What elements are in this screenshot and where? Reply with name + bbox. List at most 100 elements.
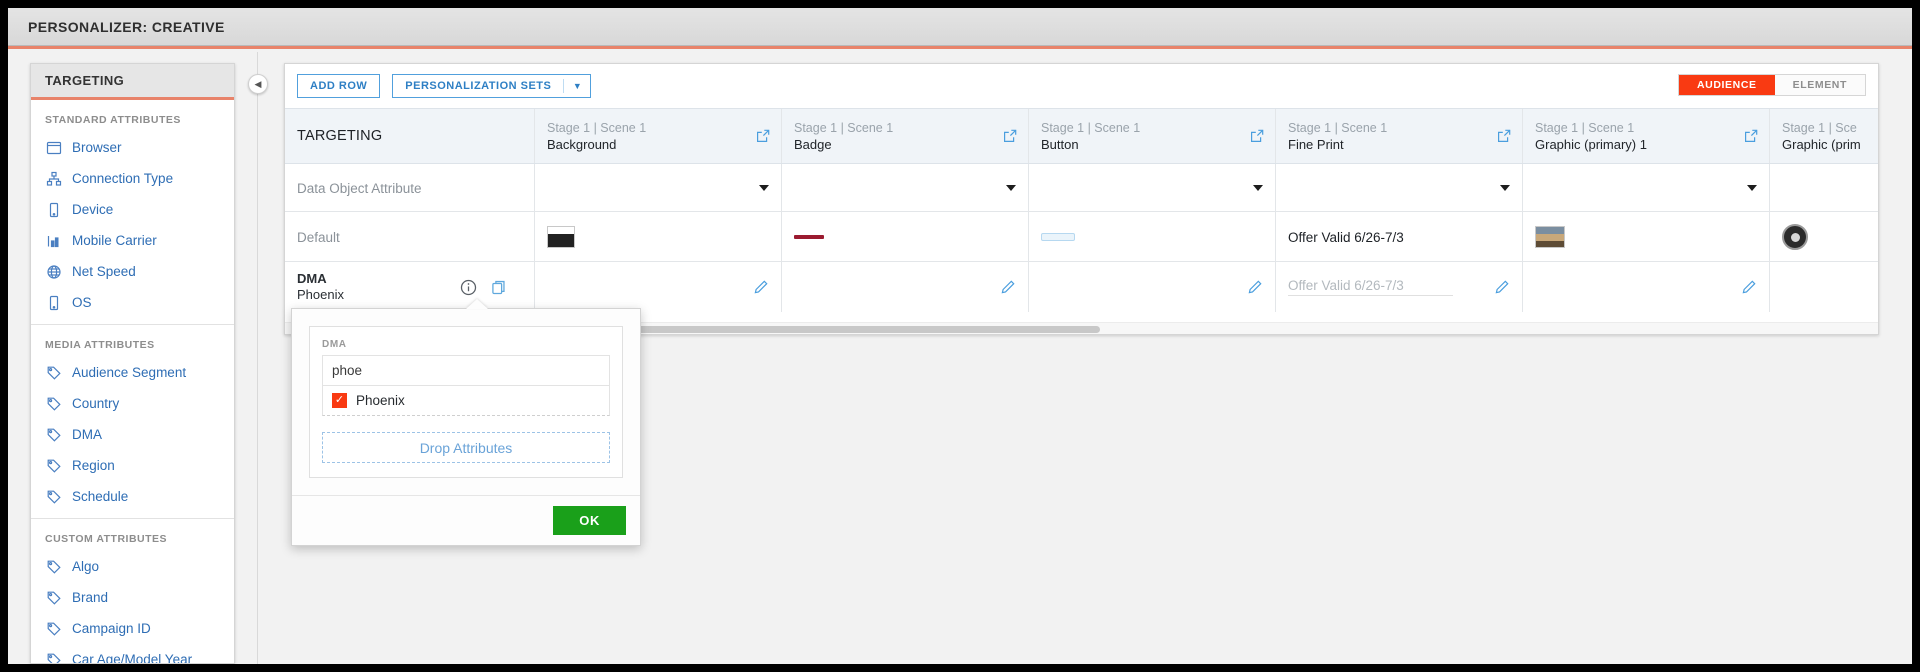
data-object-attribute-select[interactable] xyxy=(782,164,1029,212)
sidebar-item-mobile-carrier[interactable]: Mobile Carrier xyxy=(31,225,234,256)
sidebar-group-title: STANDARD ATTRIBUTES xyxy=(45,114,181,126)
drop-attributes-zone[interactable]: Drop Attributes xyxy=(322,432,610,463)
sidebar-item-audience-segment[interactable]: Audience Segment xyxy=(31,357,234,388)
external-link-icon[interactable] xyxy=(1249,128,1265,144)
sidebar-item-label: Device xyxy=(72,202,114,217)
sidebar-item-device[interactable]: Device xyxy=(31,194,234,225)
pencil-icon[interactable] xyxy=(1000,279,1016,295)
data-object-attribute-select[interactable] xyxy=(1276,164,1523,212)
tag-icon xyxy=(45,559,63,575)
default-value-cell xyxy=(782,212,1029,262)
dma-attribute-value: Phoenix xyxy=(297,287,344,302)
tag-icon xyxy=(45,489,63,505)
page-title: PERSONALIZER: CREATIVE xyxy=(28,18,225,35)
dma-attribute-name: DMA xyxy=(297,271,327,286)
external-link-icon[interactable] xyxy=(755,128,771,144)
signal-bars-icon xyxy=(45,233,63,249)
sidebar-item-campaign-id[interactable]: Campaign ID xyxy=(31,613,234,644)
dma-search-input[interactable]: phoe xyxy=(322,355,610,385)
tab-audience[interactable]: AUDIENCE xyxy=(1678,75,1775,95)
fine-print-input[interactable]: Offer Valid 6/26-7/3 xyxy=(1288,278,1453,296)
sidebar-item-browser[interactable]: Browser xyxy=(31,132,234,163)
ok-button[interactable]: OK xyxy=(553,506,626,535)
sidebar-item-region[interactable]: Region xyxy=(31,450,234,481)
caret-down-icon[interactable] xyxy=(1253,185,1263,191)
personalization-sets-button[interactable]: PERSONALIZATION SETS ▼ xyxy=(392,74,592,98)
grid-header-column: Stage 1 | Scene 1 Fine Print xyxy=(1276,109,1523,163)
external-link-icon[interactable] xyxy=(1496,128,1512,144)
browser-icon xyxy=(45,140,63,156)
tab-audience-label: AUDIENCE xyxy=(1696,79,1757,91)
caret-down-icon[interactable] xyxy=(1006,185,1016,191)
targeting-header-label: TARGETING xyxy=(297,128,383,144)
dma-value-cell[interactable] xyxy=(535,262,782,312)
tab-element[interactable]: ELEMENT xyxy=(1774,75,1865,95)
caret-down-icon[interactable] xyxy=(1500,185,1510,191)
view-mode-toggle[interactable]: AUDIENCE ELEMENT xyxy=(1677,74,1866,96)
badge-swatch xyxy=(794,235,824,239)
sidebar-item-dma[interactable]: DMA xyxy=(31,419,234,450)
pencil-icon[interactable] xyxy=(1494,279,1510,295)
data-object-attribute-select[interactable] xyxy=(1770,164,1878,212)
chevron-left-icon: ◀ xyxy=(254,78,262,89)
default-value-cell xyxy=(1029,212,1276,262)
table-row: Default Offer Valid 6/26-7/3 xyxy=(285,212,1878,262)
tag-icon xyxy=(45,458,63,474)
accent-divider xyxy=(8,46,1912,49)
dma-value-cell[interactable] xyxy=(1770,262,1878,312)
grid-toolbar: ADD ROW PERSONALIZATION SETS ▼ AUDIENCE … xyxy=(285,64,1878,108)
sidebar-item-label: Campaign ID xyxy=(72,621,151,636)
default-value-cell xyxy=(1523,212,1770,262)
dma-option-list: ✓ Phoenix xyxy=(322,385,610,416)
dma-value-cell[interactable] xyxy=(782,262,1029,312)
data-object-attribute-select[interactable] xyxy=(1029,164,1276,212)
panel-divider xyxy=(257,52,258,664)
sidebar-item-label: Car Age/Model Year xyxy=(72,652,193,664)
pencil-icon[interactable] xyxy=(753,279,769,295)
sidebar-header: TARGETING xyxy=(31,64,234,100)
sidebar-item-os[interactable]: OS xyxy=(31,287,234,318)
checkmark-icon[interactable]: ✓ xyxy=(332,393,347,408)
connection-icon xyxy=(45,171,63,187)
data-object-attribute-select[interactable] xyxy=(1523,164,1770,212)
sidebar-item-car-age-model-year[interactable]: Car Age/Model Year xyxy=(31,644,234,664)
caret-down-icon[interactable] xyxy=(759,185,769,191)
sidebar-item-brand[interactable]: Brand xyxy=(31,582,234,613)
default-value-cell: Offer Valid 6/26-7/3 xyxy=(1276,212,1523,262)
external-link-icon[interactable] xyxy=(1002,128,1018,144)
dma-value-cell[interactable] xyxy=(1523,262,1770,312)
sidebar-item-label: DMA xyxy=(72,427,102,442)
sidebar-item-algo[interactable]: Algo xyxy=(31,551,234,582)
column-name-label: Background xyxy=(547,136,617,152)
dma-option[interactable]: ✓ Phoenix xyxy=(322,385,610,416)
row-label-cell: Default xyxy=(285,212,535,262)
sidebar-item-schedule[interactable]: Schedule xyxy=(31,481,234,512)
dma-option-label: Phoenix xyxy=(356,393,405,408)
grid-header-targeting: TARGETING xyxy=(285,109,535,163)
external-link-icon[interactable] xyxy=(1743,128,1759,144)
fine-print-value: Offer Valid 6/26-7/3 xyxy=(1288,229,1404,245)
default-value-cell xyxy=(535,212,782,262)
attribute-filter-card: DMA phoe ✓ Phoenix Drop Attributes xyxy=(309,326,623,478)
dma-value-cell[interactable]: Offer Valid 6/26-7/3 xyxy=(1276,262,1523,312)
sidebar-item-net-speed[interactable]: Net Speed xyxy=(31,256,234,287)
pencil-icon[interactable] xyxy=(1741,279,1757,295)
copy-icon[interactable] xyxy=(491,279,508,296)
sidebar-group: STANDARD ATTRIBUTES Browser Connection Typ… xyxy=(31,100,234,318)
data-object-attribute-select[interactable] xyxy=(535,164,782,212)
sidebar-group-title: MEDIA ATTRIBUTES xyxy=(45,339,155,351)
popover-legend: DMA xyxy=(322,339,347,350)
sidebar-item-connection-type[interactable]: Connection Type xyxy=(31,163,234,194)
dma-value-cell[interactable] xyxy=(1029,262,1276,312)
column-stage-label: Stage 1 | Scene 1 xyxy=(1535,120,1635,135)
info-icon[interactable] xyxy=(460,279,477,296)
popover-footer: OK xyxy=(292,495,640,545)
add-row-button[interactable]: ADD ROW xyxy=(297,74,381,98)
graphic-thumbnail xyxy=(1782,224,1808,250)
sidebar-collapse-button[interactable]: ◀ xyxy=(248,74,268,94)
chevron-down-icon[interactable]: ▼ xyxy=(564,75,590,97)
pencil-icon[interactable] xyxy=(1247,279,1263,295)
table-row: Data Object Attribute xyxy=(285,164,1878,212)
caret-down-icon[interactable] xyxy=(1747,185,1757,191)
sidebar-item-country[interactable]: Country xyxy=(31,388,234,419)
